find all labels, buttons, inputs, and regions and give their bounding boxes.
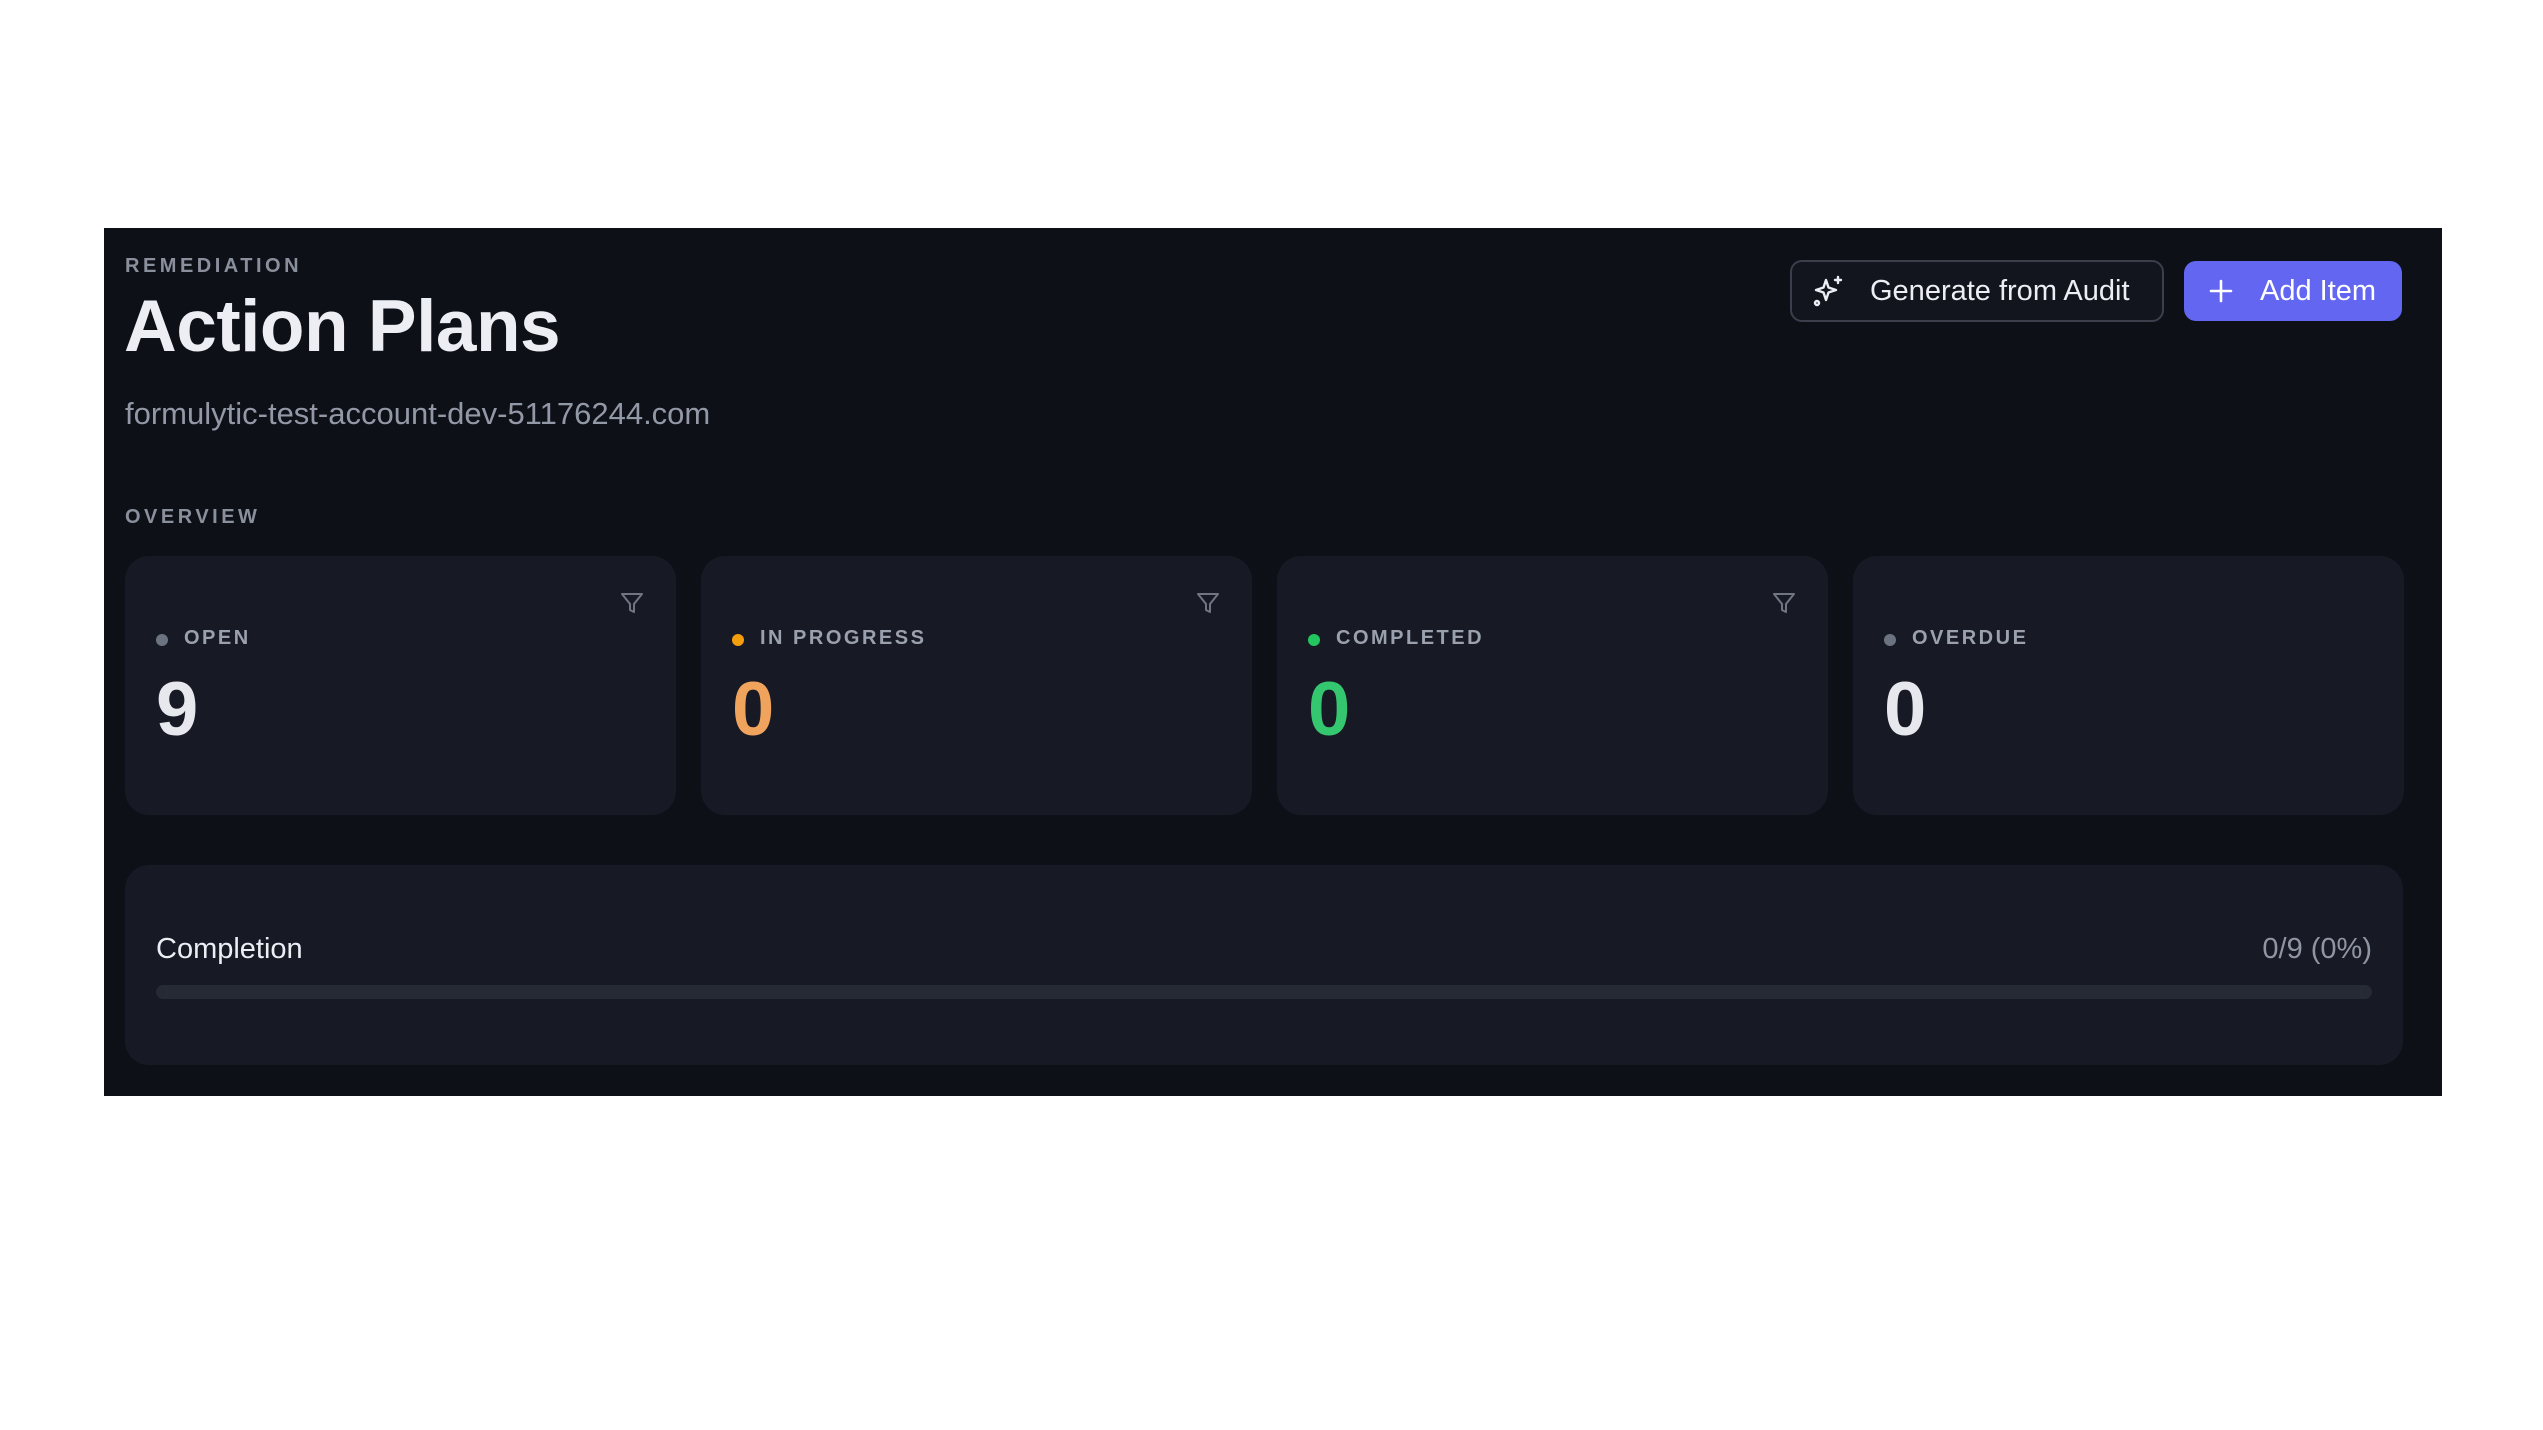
generate-from-audit-button[interactable]: Generate from Audit (1790, 260, 2164, 322)
stat-card-in-progress[interactable]: IN PROGRESS 0 (701, 556, 1252, 815)
add-item-label: Add Item (2260, 274, 2377, 307)
section-eyebrow: REMEDIATION (125, 255, 303, 277)
status-dot (1884, 634, 1896, 646)
status-dot (156, 634, 168, 646)
action-plans-panel: REMEDIATION Action Plans formulytic-test… (104, 228, 2442, 1096)
stat-value: 0 (732, 667, 775, 752)
sparkles-icon (1812, 274, 1846, 308)
filter-icon[interactable] (1195, 590, 1221, 616)
page-title: Action Plans (124, 286, 561, 367)
generate-from-audit-label: Generate from Audit (1870, 274, 2130, 307)
add-item-button[interactable]: Add Item (2184, 261, 2402, 321)
completion-label: Completion (156, 933, 303, 965)
plus-icon (2206, 276, 2236, 306)
completion-value: 0/9 (0%) (2262, 933, 2372, 965)
status-dot (732, 634, 744, 646)
stat-value: 9 (156, 667, 199, 752)
stat-card-completed[interactable]: COMPLETED 0 (1277, 556, 1828, 815)
stat-value: 0 (1308, 667, 1351, 752)
stat-label: OPEN (184, 627, 251, 649)
stat-card-open[interactable]: OPEN 9 (125, 556, 676, 815)
stat-label: IN PROGRESS (760, 627, 927, 649)
completion-progress-bar (156, 985, 2372, 999)
account-domain: formulytic-test-account-dev-51176244.com (125, 396, 711, 431)
completion-card: Completion 0/9 (0%) (125, 865, 2403, 1065)
stat-value: 0 (1884, 667, 1927, 752)
stat-card-overdue: OVERDUE 0 (1853, 556, 2404, 815)
filter-icon[interactable] (619, 590, 645, 616)
stat-label: OVERDUE (1912, 627, 2029, 649)
filter-icon[interactable] (1771, 590, 1797, 616)
status-dot (1308, 634, 1320, 646)
overview-label: OVERVIEW (125, 506, 261, 528)
stat-label: COMPLETED (1336, 627, 1485, 649)
